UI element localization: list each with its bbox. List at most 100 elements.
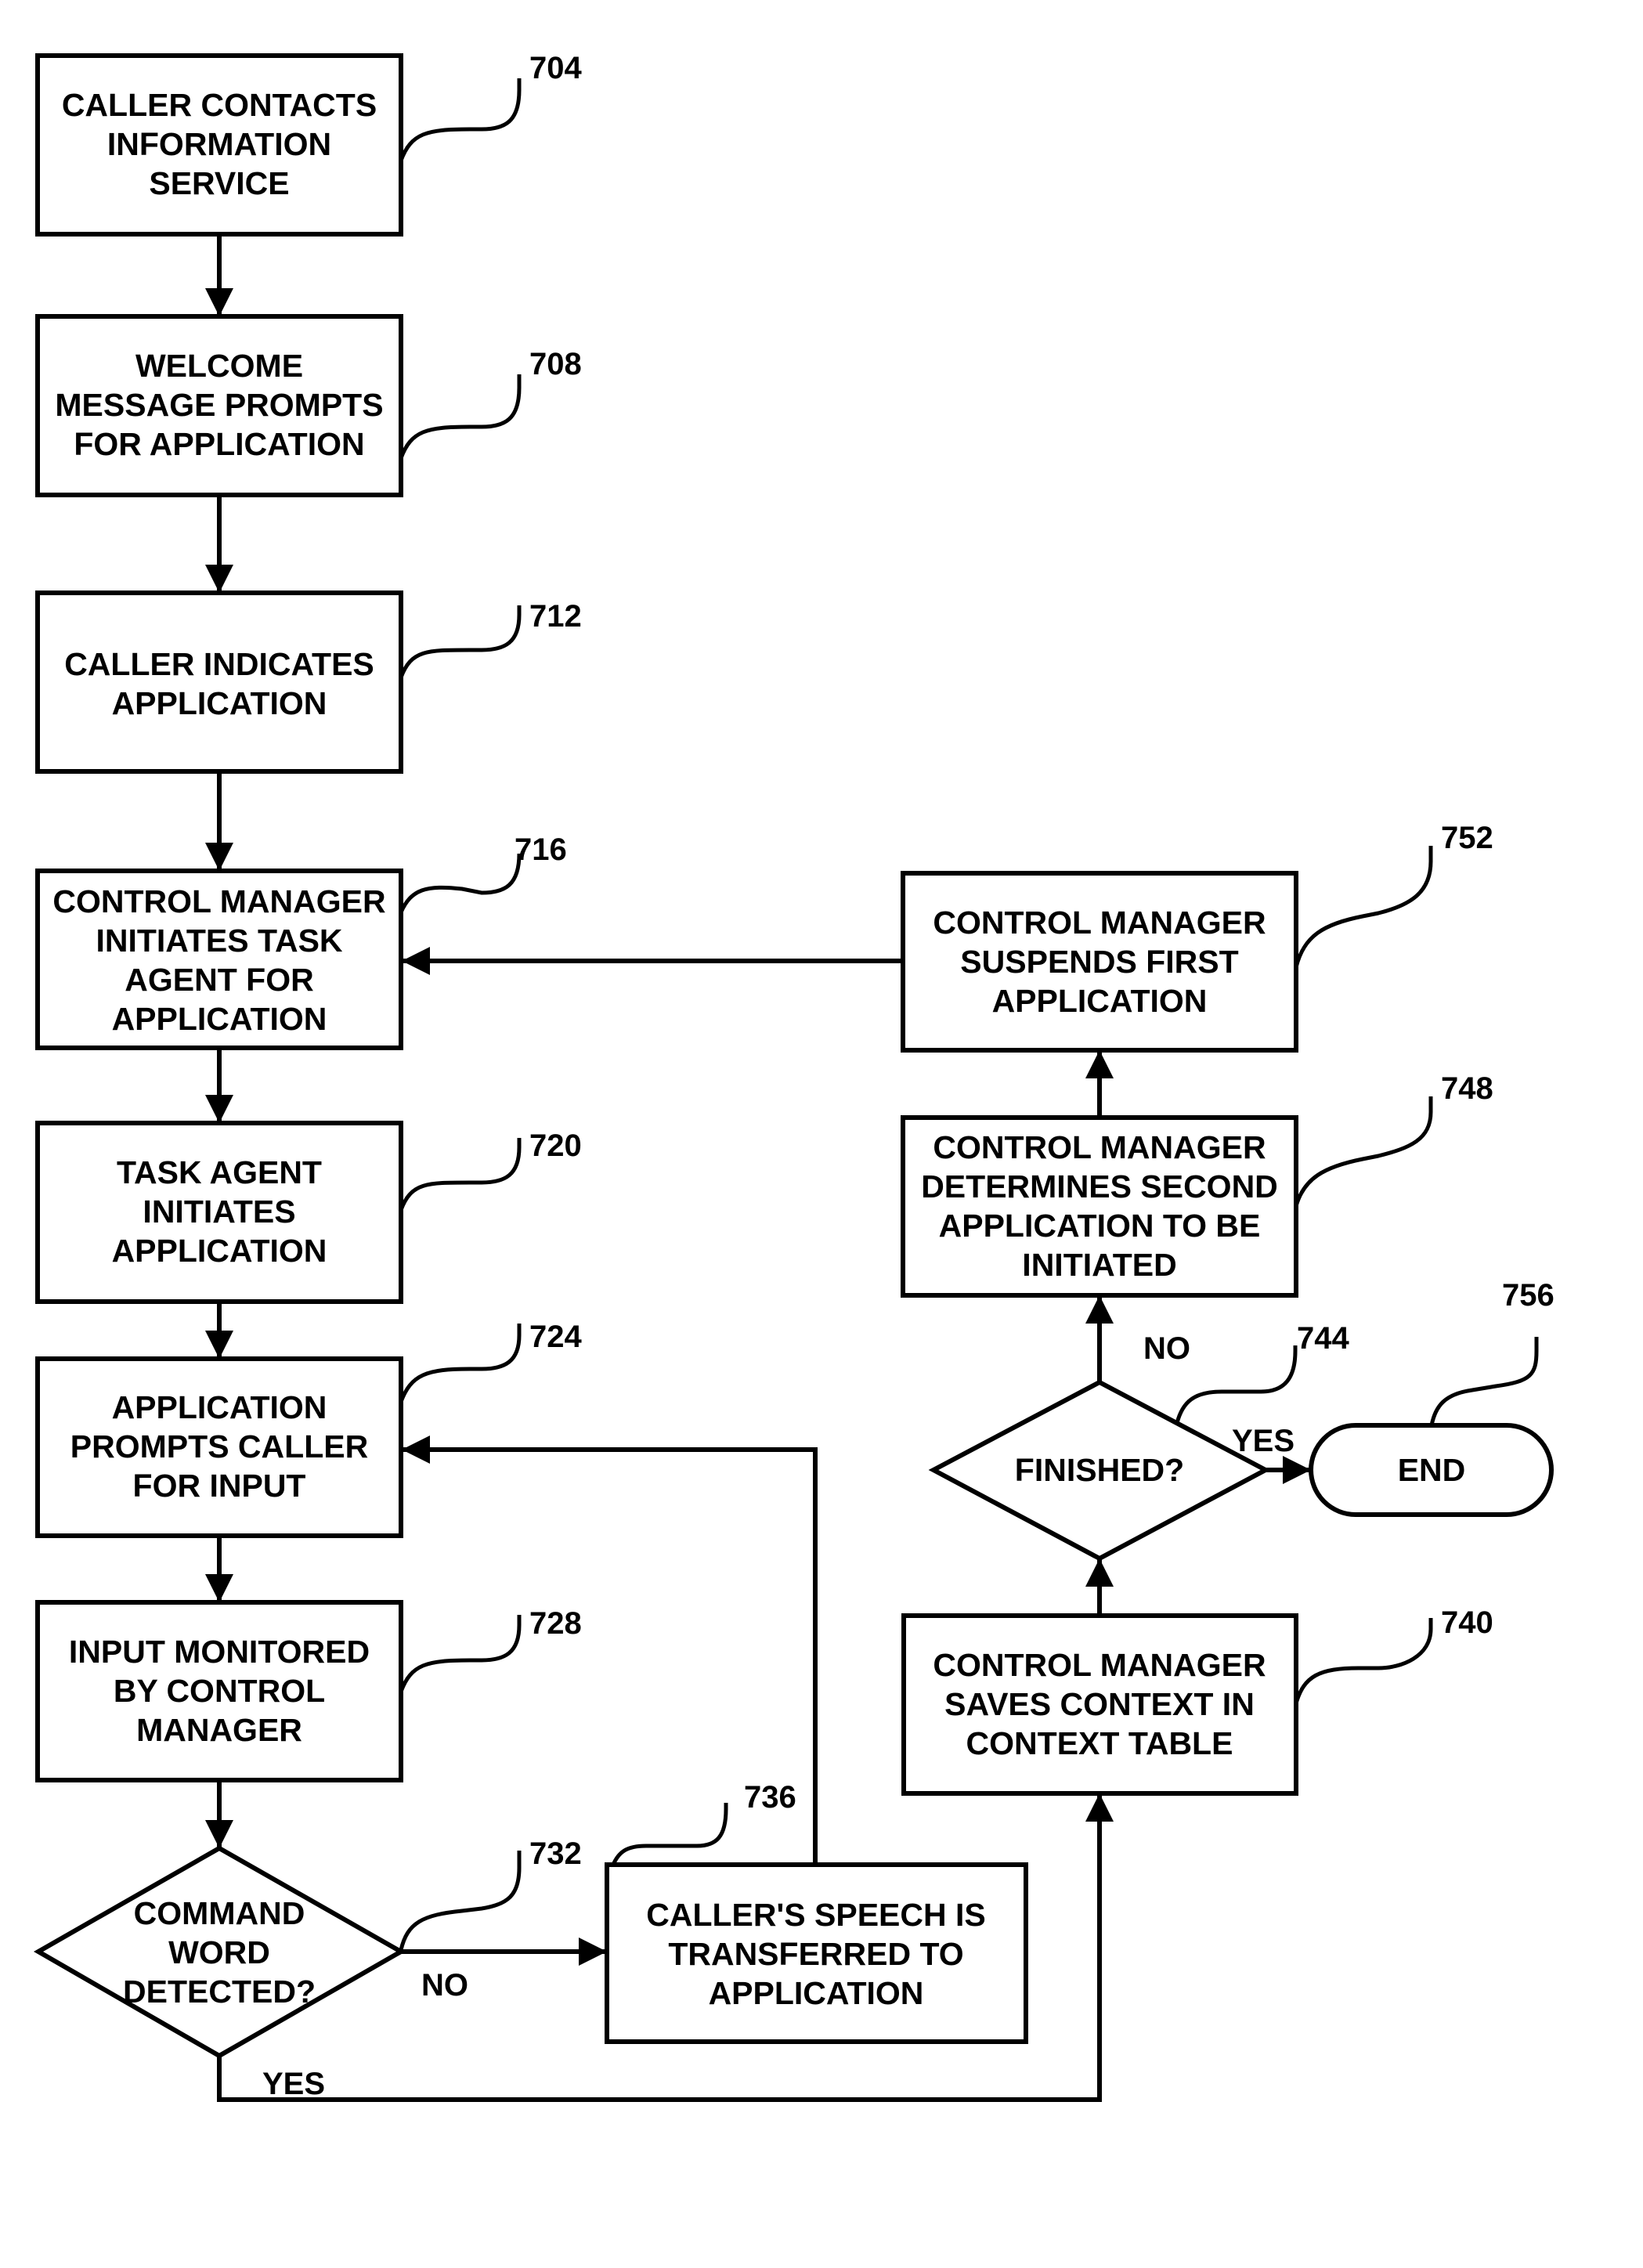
node-label: CALLER CONTACTS [62, 87, 377, 123]
reference-numeral: 732 [529, 1836, 582, 1871]
reference-numeral: 748 [1441, 1071, 1493, 1106]
reference-numeral: 712 [529, 599, 582, 634]
node-724: APPLICATION PROMPTS CALLER FOR INPUT [35, 1356, 403, 1538]
reference-numeral: 736 [744, 1780, 796, 1815]
reference-numeral: 752 [1441, 821, 1493, 855]
node-label: COMMAND [134, 1895, 305, 1931]
node-label: APPLICATION [112, 1389, 327, 1425]
node-label: TASK AGENT [117, 1154, 322, 1190]
node-736: CALLER'S SPEECH IS TRANSFERRED TO APPLIC… [605, 1862, 1028, 2044]
node-732: COMMAND WORD DETECTED? [33, 1845, 406, 2059]
node-label: CONTROL MANAGER [933, 1647, 1266, 1683]
node-728: INPUT MONITORED BY CONTROL MANAGER [35, 1600, 403, 1782]
node-label: CONTROL MANAGER [933, 905, 1266, 941]
node-label: INITIATED [1022, 1247, 1176, 1283]
node-label: DETECTED? [123, 1974, 316, 2010]
node-716: CONTROL MANAGER INITIATES TASK AGENT FOR… [35, 869, 403, 1050]
reference-numeral: 756 [1502, 1278, 1555, 1313]
leader-line [1175, 1345, 1298, 1424]
node-label: DETERMINES SECOND [921, 1168, 1278, 1204]
node-label: FOR INPUT [133, 1468, 306, 1504]
leader-line [611, 1803, 728, 1866]
node-label: MANAGER [136, 1712, 302, 1748]
reference-720: 720 [399, 1129, 582, 1211]
node-label: INITIATES TASK [96, 923, 342, 959]
node-label: FOR APPLICATION [74, 426, 364, 462]
node-label: END [1398, 1452, 1466, 1488]
node-label: WELCOME [135, 348, 303, 384]
node-label: SUSPENDS FIRST [960, 944, 1238, 980]
leader-line [1294, 1096, 1433, 1207]
node-label: CONTROL MANAGER [933, 1129, 1266, 1165]
leader-line [399, 853, 522, 914]
reference-numeral: 708 [529, 347, 582, 381]
flowchart: CALLER CONTACTS INFORMATION SERVICE WELC… [33, 51, 1555, 2102]
reference-704: 704 [399, 51, 582, 161]
branch-label-yes-744: YES [1232, 1424, 1295, 1458]
node-label: INITIATES [143, 1194, 295, 1230]
process-box [35, 590, 403, 774]
reference-numeral: 724 [529, 1320, 582, 1354]
reference-708: 708 [399, 347, 582, 459]
node-712: CALLER INDICATES APPLICATION [35, 590, 403, 774]
node-label: APPLICATION [992, 983, 1208, 1019]
node-748: CONTROL MANAGER DETERMINES SECOND APPLIC… [901, 1115, 1298, 1298]
leader-line [399, 1851, 522, 1951]
node-720: TASK AGENT INITIATES APPLICATION [35, 1121, 403, 1304]
branch-label-no-744: NO [1143, 1331, 1190, 1366]
node-label: APPLICATION TO BE [939, 1208, 1261, 1244]
node-label: INPUT MONITORED [69, 1634, 370, 1670]
node-704: CALLER CONTACTS INFORMATION SERVICE [35, 53, 403, 237]
reference-724: 724 [399, 1320, 582, 1403]
node-label: CONTEXT TABLE [966, 1725, 1233, 1761]
leader-line [399, 374, 522, 459]
reference-numeral: 720 [529, 1129, 582, 1163]
reference-732: 732 [399, 1836, 582, 1951]
reference-712: 712 [399, 599, 582, 678]
leader-line [1294, 1618, 1433, 1704]
reference-744: 744 [1175, 1321, 1349, 1424]
reference-numeral: 740 [1441, 1605, 1493, 1640]
reference-736: 736 [611, 1780, 796, 1866]
node-label: INFORMATION [107, 126, 331, 162]
node-label: APPLICATION [112, 1233, 327, 1269]
leader-line [399, 78, 522, 161]
node-752: CONTROL MANAGER SUSPENDS FIRST APPLICATI… [901, 871, 1298, 1053]
leader-line [399, 1138, 522, 1211]
node-label: MESSAGE PROMPTS [55, 387, 383, 423]
reference-numeral: 728 [529, 1606, 582, 1641]
node-label: WORD [168, 1934, 270, 1970]
node-label: APPLICATION [709, 1975, 924, 2011]
reference-752: 752 [1294, 821, 1493, 968]
leader-line [1429, 1337, 1539, 1426]
leader-line [1294, 846, 1433, 968]
node-label: FINISHED? [1015, 1452, 1184, 1488]
node-label: SAVES CONTEXT IN [944, 1686, 1255, 1722]
node-label: PROMPTS CALLER [70, 1428, 368, 1464]
reference-numeral: 716 [515, 832, 567, 867]
reference-748: 748 [1294, 1071, 1493, 1207]
node-label: CONTROL MANAGER [52, 883, 385, 919]
leader-line [399, 1324, 522, 1403]
reference-numeral: 744 [1297, 1321, 1349, 1356]
node-708: WELCOME MESSAGE PROMPTS FOR APPLICATION [35, 314, 403, 497]
branch-label-no-732: NO [421, 1968, 468, 2003]
reference-numeral: 704 [529, 51, 582, 85]
node-744: FINISHED? [928, 1379, 1271, 1562]
branch-label-yes-732: YES [262, 2067, 325, 2101]
reference-740: 740 [1294, 1605, 1493, 1704]
node-label: AGENT FOR [125, 962, 313, 998]
leader-line [399, 605, 522, 678]
node-label: CALLER'S SPEECH IS [646, 1897, 985, 1933]
reference-728: 728 [399, 1606, 582, 1692]
node-label: BY CONTROL [114, 1673, 325, 1709]
node-label: APPLICATION [112, 1001, 327, 1037]
reference-716: 716 [399, 832, 567, 914]
node-label: CALLER INDICATES [64, 646, 374, 682]
node-label: APPLICATION [112, 685, 327, 721]
node-756: END [1309, 1423, 1554, 1517]
reference-756: 756 [1429, 1278, 1555, 1426]
node-label: SERVICE [149, 165, 289, 201]
node-label: TRANSFERRED TO [668, 1936, 963, 1972]
leader-line [399, 1615, 522, 1692]
